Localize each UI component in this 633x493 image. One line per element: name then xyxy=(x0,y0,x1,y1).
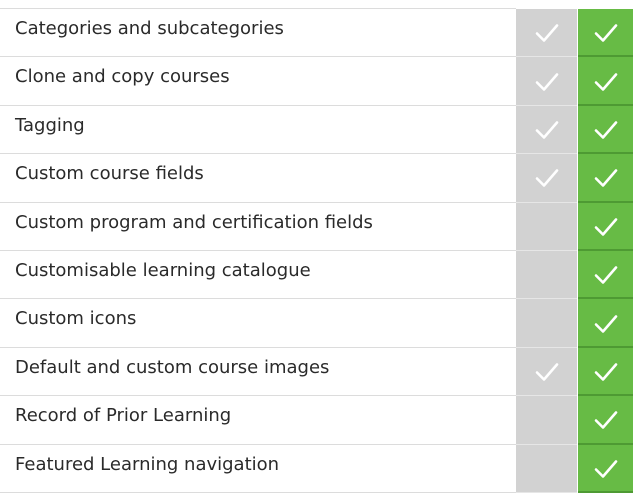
check-icon xyxy=(594,411,617,430)
feature-label: Featured Learning navigation xyxy=(15,453,280,475)
feature-label: Default and custom course images xyxy=(15,356,330,378)
check-icon xyxy=(594,24,617,42)
check-icon xyxy=(535,169,558,188)
gray-plan-cell xyxy=(516,154,577,203)
table-row: Categories and subcategories xyxy=(0,9,633,58)
feature-label: Categories and subcategories xyxy=(15,18,284,39)
green-plan-cell xyxy=(578,347,633,397)
green-plan-cell xyxy=(578,202,633,251)
green-plan-cell xyxy=(578,444,633,493)
table-row: Tagging xyxy=(0,105,633,155)
gray-plan-cell xyxy=(516,57,577,106)
feature-label: Custom icons xyxy=(15,308,137,330)
table-row: Clone and copy courses xyxy=(0,57,633,106)
feature-label: Custom course fields xyxy=(15,163,204,185)
table-row: Custom course fields xyxy=(0,154,633,203)
table-row: Featured Learning navigation xyxy=(0,444,633,493)
check-icon xyxy=(594,217,617,236)
green-plan-cell xyxy=(578,154,633,203)
feature-comparison-table: Categories and subcategories Clone and c… xyxy=(0,9,633,493)
table-row: Custom program and certification fields xyxy=(0,202,633,251)
check-icon xyxy=(594,459,617,478)
green-plan-cell xyxy=(578,9,633,58)
green-plan-cell xyxy=(578,396,633,445)
feature-label: Tagging xyxy=(15,114,85,136)
check-icon xyxy=(594,363,617,381)
table-row: Record of Prior Learning xyxy=(0,396,633,445)
green-plan-cell xyxy=(578,299,633,348)
feature-label: Custom program and certification fields xyxy=(15,211,373,233)
check-icon xyxy=(535,72,558,91)
feature-label: Customisable learning catalogue xyxy=(15,259,311,281)
feature-label: Clone and copy courses xyxy=(15,66,230,88)
feature-label: Record of Prior Learning xyxy=(15,405,232,427)
green-plan-cell xyxy=(578,57,633,106)
gray-plan-cell xyxy=(516,105,577,155)
table-row: Custom icons xyxy=(0,299,633,348)
check-icon xyxy=(535,363,558,381)
check-icon xyxy=(594,169,617,188)
gray-plan-cell xyxy=(516,202,577,251)
check-icon xyxy=(535,121,558,139)
green-plan-cell xyxy=(578,105,633,155)
table-row: Default and custom course images xyxy=(0,347,633,397)
check-icon xyxy=(594,72,617,91)
check-icon xyxy=(594,314,617,333)
gray-plan-cell xyxy=(516,444,577,493)
gray-plan-cell xyxy=(516,250,577,300)
gray-plan-cell xyxy=(516,9,577,58)
gray-plan-cell xyxy=(516,396,577,445)
check-icon xyxy=(535,24,558,42)
check-icon xyxy=(594,266,617,284)
gray-plan-cell xyxy=(516,299,577,348)
gray-plan-cell xyxy=(516,347,577,397)
check-icon xyxy=(594,121,617,139)
green-plan-cell xyxy=(578,250,633,300)
table-row: Customisable learning catalogue xyxy=(0,250,633,300)
